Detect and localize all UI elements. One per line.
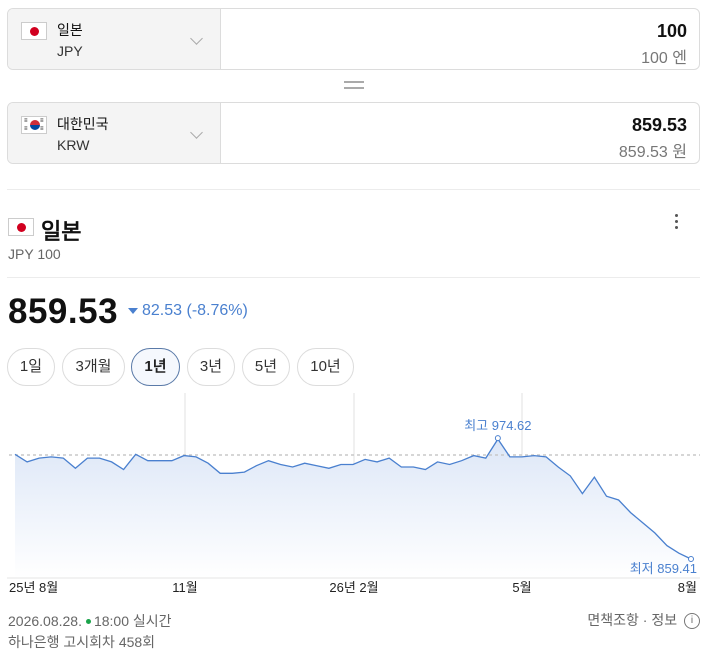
update-timestamp: 2026.08.28. 18:00 실시간 xyxy=(8,611,172,631)
disclaimer-link[interactable]: 면책조항 · 정보 i xyxy=(587,610,700,630)
update-time: 18:00 실시간 xyxy=(93,613,172,629)
disclaimer-text: 면책조항 · 정보 xyxy=(587,612,678,628)
exchange-rate-chart[interactable]: 최고 974.62 최저 859.41 25년 8월 11월 26년 2월 5월 8월 xyxy=(0,0,705,610)
x-tick-label: 11월 xyxy=(172,580,197,595)
min-label: 최저 859.41 xyxy=(630,561,697,576)
x-tick-label: 5월 xyxy=(512,580,531,595)
max-point xyxy=(494,435,501,442)
max-label: 최고 974.62 xyxy=(464,418,531,433)
chart-area xyxy=(15,439,691,578)
rate-source: 하나은행 고시회차 458회 xyxy=(8,634,156,650)
x-tick-label: 26년 2월 xyxy=(329,580,378,595)
update-date: 2026.08.28. xyxy=(8,613,82,629)
x-tick-label: 25년 8월 xyxy=(9,580,58,595)
info-icon: i xyxy=(684,613,700,630)
x-tick-label: 8월 xyxy=(678,580,697,595)
live-indicator-icon xyxy=(85,618,91,624)
